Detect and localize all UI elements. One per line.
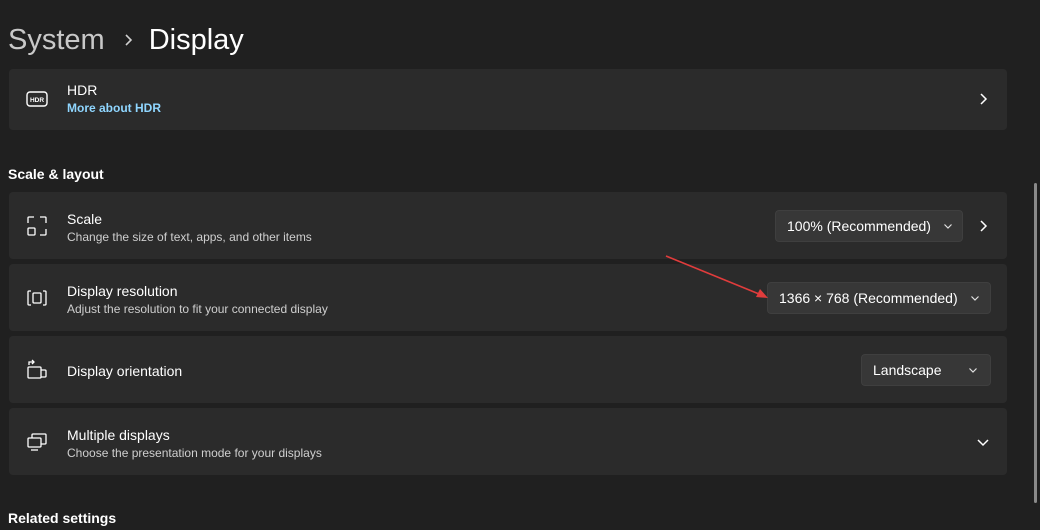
scale-icon <box>26 215 48 237</box>
resolution-icon <box>26 287 48 309</box>
multiple-displays-icon <box>26 431 48 453</box>
chevron-right-icon[interactable] <box>975 91 991 107</box>
chevron-right-icon <box>121 33 135 47</box>
scale-card[interactable]: Scale Change the size of text, apps, and… <box>9 192 1007 259</box>
display-resolution-card: Display resolution Adjust the resolution… <box>9 264 1007 331</box>
page-title: Display <box>148 23 244 56</box>
breadcrumb-system-link[interactable]: System <box>8 24 105 57</box>
hdr-card[interactable]: HDR HDR More about HDR <box>9 69 1007 130</box>
scale-title: Scale <box>67 211 103 227</box>
breadcrumb: System Display <box>8 18 244 62</box>
chevron-down-icon[interactable] <box>975 434 991 450</box>
display-resolution-subtitle: Adjust the resolution to fit your connec… <box>67 302 328 316</box>
more-about-hdr-link[interactable]: More about HDR <box>67 101 161 115</box>
chevron-down-icon <box>970 293 980 303</box>
display-orientation-title: Display orientation <box>67 363 183 379</box>
scrollbar-thumb[interactable] <box>1034 183 1037 503</box>
chevron-down-icon <box>943 221 953 231</box>
orientation-dropdown-value: Landscape <box>873 362 942 378</box>
scale-subtitle: Change the size of text, apps, and other… <box>67 230 312 244</box>
display-resolution-title: Display resolution <box>67 283 178 299</box>
multiple-displays-card[interactable]: Multiple displays Choose the presentatio… <box>9 408 1007 475</box>
multiple-displays-title: Multiple displays <box>67 427 170 443</box>
scale-dropdown-value: 100% (Recommended) <box>787 218 931 234</box>
orientation-dropdown[interactable]: Landscape <box>861 354 991 386</box>
section-title-related-settings: Related settings <box>8 510 117 526</box>
orientation-icon <box>26 359 48 381</box>
chevron-down-icon <box>968 365 978 375</box>
multiple-displays-subtitle: Choose the presentation mode for your di… <box>67 446 322 460</box>
hdr-icon: HDR <box>26 88 48 110</box>
scale-dropdown[interactable]: 100% (Recommended) <box>775 210 963 242</box>
svg-text:HDR: HDR <box>30 97 44 104</box>
display-orientation-card: Display orientation Landscape <box>9 336 1007 403</box>
chevron-right-icon[interactable] <box>975 218 991 234</box>
section-title-scale-layout: Scale & layout <box>8 166 104 182</box>
resolution-dropdown[interactable]: 1366 × 768 (Recommended) <box>767 282 991 314</box>
resolution-dropdown-value: 1366 × 768 (Recommended) <box>779 290 958 306</box>
hdr-title: HDR <box>67 82 98 98</box>
